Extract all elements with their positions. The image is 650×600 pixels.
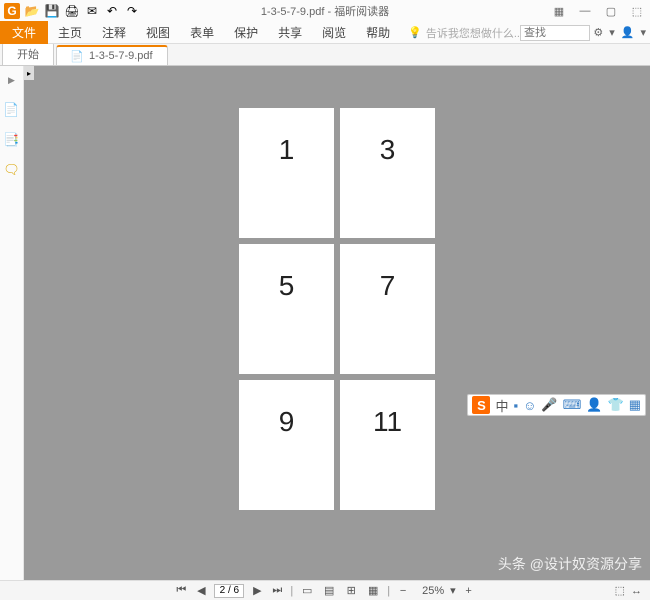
workspace: ▶ 📄 📑 🗨 ▸ 1 3 5 7 9 11 S 中 ▪ ☺ 🎤 ⌨ 👤 👕 ▦… [0, 66, 650, 580]
ime-skin-icon[interactable]: 👕 [608, 397, 624, 413]
prev-page-button[interactable]: ◀ [194, 584, 208, 597]
watermark-text: 头条 @设计奴资源分享 [498, 554, 642, 574]
ime-punct-icon[interactable]: ▪ [513, 398, 518, 413]
menu-form[interactable]: 表单 [180, 21, 224, 44]
window-title: 1-3-5-7-9.pdf - 福昕阅读器 [261, 3, 389, 19]
page-thumb-icon[interactable]: 📄 [4, 102, 20, 118]
search-input[interactable] [520, 25, 590, 41]
view-single-icon[interactable]: ▭ [299, 584, 315, 598]
view-continuous-facing-icon[interactable]: ▦ [365, 584, 381, 598]
menu-home[interactable]: 主页 [48, 21, 92, 44]
sogou-logo-icon[interactable]: S [472, 396, 490, 414]
title-sep: - [324, 6, 334, 18]
title-app: 福昕阅读器 [334, 6, 389, 18]
print-icon[interactable]: 🖨 [64, 3, 80, 19]
user-icon[interactable]: 👤 [621, 26, 635, 39]
ime-user-icon[interactable]: 👤 [586, 397, 602, 413]
quick-access-toolbar: G 📂 💾 🖨 ✉ ↶ ↷ [4, 3, 140, 19]
redo-icon[interactable]: ↷ [124, 3, 140, 19]
email-icon[interactable]: ✉ [84, 3, 100, 19]
menu-bar: 文件 主页 注释 视图 表单 保护 共享 阅览 帮助 💡 告诉我您想做什么...… [0, 22, 650, 44]
chevron-down-icon[interactable]: ▾ [450, 584, 456, 597]
view-grid-icon[interactable]: ▦ [550, 4, 568, 18]
pages-grid: 1 3 5 7 9 11 [239, 108, 435, 510]
title-bar: G 📂 💾 🖨 ✉ ↶ ↷ 1-3-5-7-9.pdf - 福昕阅读器 ▦ — … [0, 0, 650, 22]
open-icon[interactable]: 📂 [24, 3, 40, 19]
document-canvas[interactable]: ▸ 1 3 5 7 9 11 S 中 ▪ ☺ 🎤 ⌨ 👤 👕 ▦ 头条 @设计奴… [24, 66, 650, 580]
status-bar: ⏮ ◀ ▶ ⏭ | ▭ ▤ ⊞ ▦ | − 25% ▾ + ⬚ ↔ [0, 580, 650, 600]
zoom-out-button[interactable]: − [396, 585, 410, 597]
fit-page-icon[interactable]: ⬚ [615, 584, 625, 597]
menu-help[interactable]: 帮助 [356, 21, 400, 44]
lightbulb-icon: 💡 [408, 26, 422, 39]
statusbar-right: ⬚ ↔ [615, 584, 642, 597]
separator: | [387, 585, 390, 597]
menu-protect[interactable]: 保护 [224, 21, 268, 44]
ime-mic-icon[interactable]: 🎤 [541, 397, 557, 413]
tab-start[interactable]: 开始 [2, 42, 54, 65]
pdf-page[interactable]: 7 [340, 244, 435, 374]
search-box [520, 25, 590, 41]
save-icon[interactable]: 💾 [44, 3, 60, 19]
pdf-icon: 📄 [71, 50, 83, 62]
tab-start-label: 开始 [17, 46, 39, 62]
window-controls: ▦ — ▢ ⬚ [550, 4, 646, 18]
ime-keyboard-icon[interactable]: ⌨ [563, 397, 582, 413]
minimize-icon[interactable]: — [576, 4, 594, 18]
ime-toolbar[interactable]: S 中 ▪ ☺ 🎤 ⌨ 👤 👕 ▦ [467, 394, 646, 416]
close-icon[interactable]: ⬚ [628, 4, 646, 18]
pdf-page[interactable]: 9 [239, 380, 334, 510]
last-page-button[interactable]: ⏭ [270, 584, 284, 597]
tell-me-prompt[interactable]: 💡 告诉我您想做什么... [408, 25, 523, 41]
clipboard-icon[interactable]: 📑 [4, 132, 20, 148]
zoom-in-button[interactable]: + [462, 585, 476, 597]
menu-read[interactable]: 阅览 [312, 21, 356, 44]
menu-file[interactable]: 文件 [0, 21, 48, 44]
pdf-page[interactable]: 3 [340, 108, 435, 238]
settings-icon[interactable]: ⚙ [593, 26, 603, 39]
menu-annotate[interactable]: 注释 [92, 21, 136, 44]
first-page-button[interactable]: ⏮ [174, 584, 188, 597]
pdf-page[interactable]: 5 [239, 244, 334, 374]
fit-width-icon[interactable]: ↔ [631, 585, 642, 597]
chevron-down-icon[interactable]: ▾ [640, 26, 646, 39]
maximize-icon[interactable]: ▢ [602, 4, 620, 18]
ime-lang[interactable]: 中 [495, 396, 508, 415]
next-page-button[interactable]: ▶ [250, 584, 264, 597]
document-tab-bar: 开始 📄 1-3-5-7-9.pdf [0, 44, 650, 66]
undo-icon[interactable]: ↶ [104, 3, 120, 19]
panel-toggle-handle[interactable]: ▸ [24, 66, 34, 80]
ime-grid-icon[interactable]: ▦ [629, 397, 641, 413]
ime-face-icon[interactable]: ☺ [523, 398, 536, 413]
side-panel: ▶ 📄 📑 🗨 [0, 66, 24, 580]
menu-view[interactable]: 视图 [136, 21, 180, 44]
menu-share[interactable]: 共享 [268, 21, 312, 44]
view-facing-icon[interactable]: ⊞ [343, 584, 359, 598]
app-logo[interactable]: G [4, 3, 20, 19]
page-number-input[interactable] [214, 584, 244, 598]
tab-active-label: 1-3-5-7-9.pdf [89, 50, 153, 62]
pdf-page[interactable]: 1 [239, 108, 334, 238]
chevron-down-icon[interactable]: ▾ [609, 26, 615, 39]
tab-document-active[interactable]: 📄 1-3-5-7-9.pdf [56, 45, 168, 65]
zoom-level[interactable]: 25% [422, 585, 444, 597]
view-continuous-icon[interactable]: ▤ [321, 584, 337, 598]
menubar-right: ⚙ ▾ 👤 ▾ [593, 26, 646, 39]
comment-icon[interactable]: 🗨 [4, 162, 20, 178]
collapse-panel-icon[interactable]: ▶ [4, 72, 20, 88]
separator: | [290, 585, 293, 597]
tell-me-text: 告诉我您想做什么... [426, 25, 523, 41]
title-filename: 1-3-5-7-9.pdf [261, 6, 325, 18]
pdf-page[interactable]: 11 [340, 380, 435, 510]
